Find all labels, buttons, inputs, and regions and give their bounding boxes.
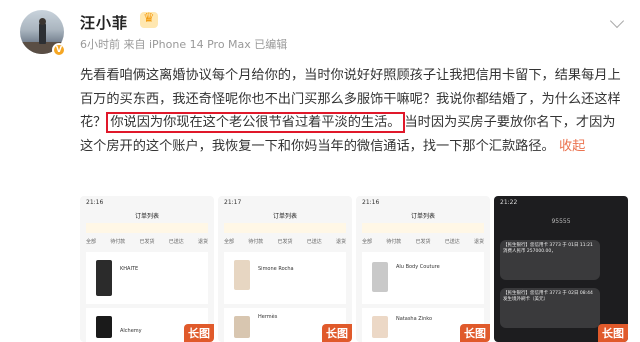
tab-pending: 待付款 <box>110 239 126 245</box>
thumbnail-order-list-1[interactable]: 21:16 订单列表 全部 待付款 已发货 已送达 退货 KHAITE Alch… <box>80 196 214 342</box>
tab-delivered: 已送达 <box>444 239 460 245</box>
tab-pending: 待付款 <box>248 239 264 245</box>
tab-all: 全部 <box>362 239 373 245</box>
notice-bar <box>86 223 208 233</box>
image-grid: 21:16 订单列表 全部 待付款 已发货 已送达 退货 KHAITE Alch… <box>80 196 628 342</box>
screen-title: 订单列表 <box>410 213 435 220</box>
tab-shipped: 已发货 <box>415 239 431 245</box>
product-brand: Alchemy <box>120 328 142 334</box>
screen-title: 订单列表 <box>272 213 297 220</box>
thumbnail-order-list-2[interactable]: 21:17 订单列表 全部 待付款 已发货 已送达 退货 Simone Roch… <box>218 196 352 342</box>
product-brand: Hermès <box>258 314 278 320</box>
collapse-link[interactable]: 收起 <box>559 139 585 154</box>
avatar-head <box>39 18 46 25</box>
long-image-badge: 长图 <box>460 324 490 342</box>
product-image <box>234 316 250 338</box>
screen-title: 订单列表 <box>134 213 159 220</box>
chevron-down-icon[interactable] <box>609 13 625 29</box>
order-card: KHAITE <box>86 252 208 304</box>
status-time: 21:16 <box>86 199 104 206</box>
sms-sender: 95555 <box>551 218 571 225</box>
sms-message: 【民生银行】您信用卡 3773 于 02日 08:44发生境外刷卡（美元） <box>500 288 600 328</box>
product-image <box>96 316 112 338</box>
avatar-figure <box>39 22 46 44</box>
post-meta: 6小时前 来自 iPhone 14 Pro Max 已编辑 <box>80 38 288 51</box>
vip-crown-icon <box>140 11 158 28</box>
long-image-badge: 长图 <box>598 324 628 342</box>
product-image <box>372 262 388 292</box>
order-card: Simone Rocha <box>224 252 346 304</box>
order-tabs: 全部 待付款 已发货 已送达 退货 <box>86 238 208 245</box>
tab-shipped: 已发货 <box>277 239 293 245</box>
username[interactable]: 汪小菲 <box>80 12 128 33</box>
product-brand: KHAITE <box>120 266 139 272</box>
long-image-badge: 长图 <box>322 324 352 342</box>
tab-pending: 待付款 <box>386 239 402 245</box>
tab-all: 全部 <box>86 239 97 245</box>
product-image <box>96 260 112 296</box>
verified-badge-icon: V <box>52 43 66 57</box>
tab-returns: 退货 <box>197 239 208 245</box>
sms-message: 【民生银行】您信用卡 3773 于 01日 11:21消费人民币 257000.… <box>500 240 600 280</box>
thumbnail-sms-screenshot[interactable]: 21:22 95555 【民生银行】您信用卡 3773 于 01日 11:21消… <box>494 196 628 342</box>
tab-returns: 退货 <box>473 239 484 245</box>
thumbnail-order-list-3[interactable]: 21:16 订单列表 全部 待付款 已发货 已送达 退货 Alu Body Co… <box>356 196 490 342</box>
order-card: Alu Body Couture <box>362 252 484 304</box>
tab-returns: 退货 <box>335 239 346 245</box>
notice-bar <box>362 223 484 233</box>
product-brand: Alu Body Couture <box>396 264 440 270</box>
status-time: 21:22 <box>500 199 518 206</box>
status-time: 21:16 <box>362 199 380 206</box>
order-tabs: 全部 待付款 已发货 已送达 退货 <box>224 238 346 245</box>
product-image <box>372 316 388 338</box>
tab-shipped: 已发货 <box>139 239 155 245</box>
long-image-badge: 长图 <box>184 324 214 342</box>
product-brand: Natasha Zinko <box>396 316 433 322</box>
product-brand: Simone Rocha <box>258 266 294 272</box>
notice-bar <box>224 223 346 233</box>
post-text-highlight: 你说因为你现在这个老公很节省过着平淡的生活。 <box>106 112 405 133</box>
tab-all: 全部 <box>224 239 235 245</box>
order-tabs: 全部 待付款 已发货 已送达 退货 <box>362 238 484 245</box>
status-time: 21:17 <box>224 199 242 206</box>
product-image <box>234 260 250 290</box>
post-text: 先看看咱俩这离婚协议每个月给你的，当时你说好好照顾孩子让我把信用卡留下，结果每月… <box>80 64 628 158</box>
tab-delivered: 已送达 <box>168 239 184 245</box>
tab-delivered: 已送达 <box>306 239 322 245</box>
